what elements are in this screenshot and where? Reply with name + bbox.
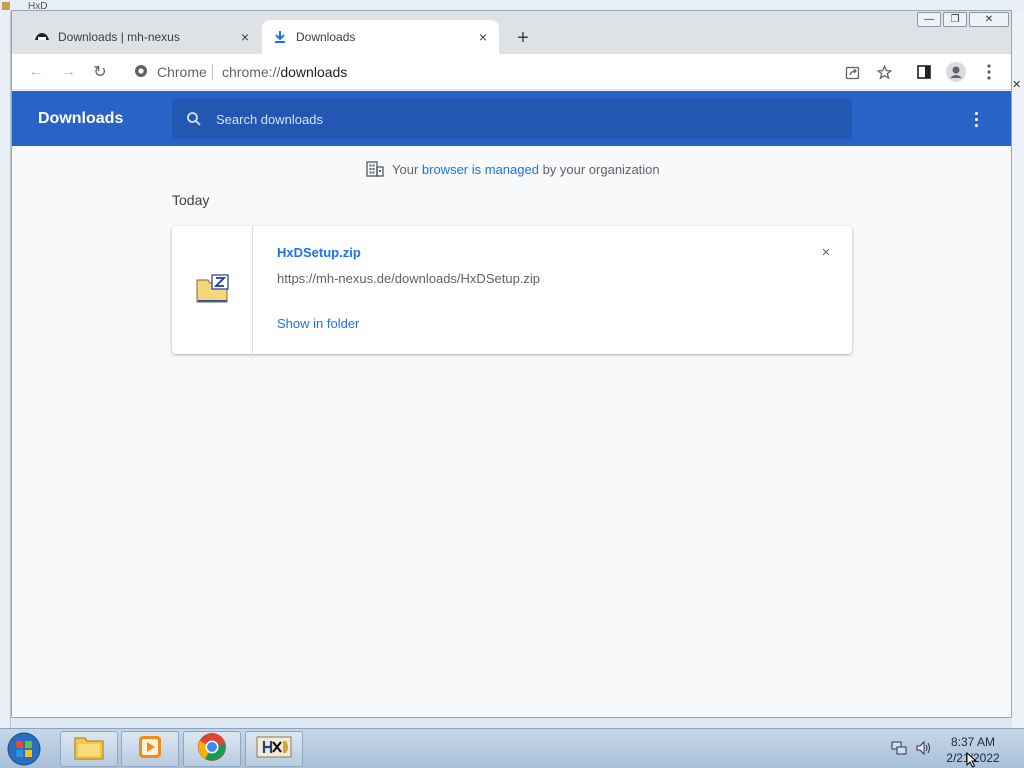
taskbar-chrome-button[interactable] [183,731,241,767]
managed-prefix: Your [392,161,422,177]
hxd-app-icon [2,2,10,10]
back-button[interactable]: ← [24,60,48,84]
managed-suffix: by your organization [538,161,660,177]
start-button[interactable] [4,731,44,767]
tab-close-icon[interactable]: × [235,27,255,47]
download-favicon-icon [272,29,288,45]
downloads-header: Downloads [12,91,1011,146]
restore-button[interactable]: ❐ [943,12,967,27]
folder-icon [74,734,104,765]
chrome-icon [197,732,227,767]
managed-link[interactable]: browser is managed [422,162,539,177]
background-window-edge-right: ✕ [1012,12,1024,728]
taskbar-explorer-button[interactable] [60,731,118,767]
date-section-heading: Today [172,192,210,208]
browser-toolbar: ← → ↻ Chrome chrome://downloads [12,54,1011,90]
close-window-button[interactable]: ✕ [969,12,1009,27]
profile-avatar-icon[interactable] [944,60,968,84]
omnibox-url[interactable]: chrome://downloads [222,64,347,80]
taskbar-hxd-button[interactable] [245,731,303,767]
mouse-cursor-icon [966,751,978,768]
share-icon[interactable] [840,60,864,84]
minimize-button[interactable]: — [917,12,941,27]
search-icon [186,111,202,127]
download-item: HxDSetup.zip https://mh-nexus.de/downloa… [172,226,852,354]
url-path: downloads [280,64,348,80]
url-scheme: chrome:// [222,64,281,80]
file-icon-column [172,226,253,354]
omnibox[interactable]: Chrome chrome://downloads [124,58,914,86]
building-icon [366,161,384,177]
bookmark-star-icon[interactable] [872,60,896,84]
search-input[interactable] [216,109,816,129]
hxd-icon [256,735,292,764]
zip-file-icon [196,274,229,303]
page-title: Downloads [38,110,124,127]
downloads-more-actions-icon[interactable] [964,107,988,131]
search-box[interactable] [172,99,852,139]
chrome-window: Downloads | mh-nexus × Downloads × + — ❐… [11,10,1012,718]
remove-download-icon[interactable]: × [816,242,836,262]
volume-tray-icon[interactable] [914,739,932,757]
tab-downloads-mh-nexus[interactable]: Downloads | mh-nexus × [24,20,261,54]
forward-button[interactable]: → [56,60,80,84]
background-close-icon: ✕ [1012,79,1022,91]
background-window-edge [0,12,11,728]
file-source-url: https://mh-nexus.de/downloads/HxDSetup.z… [277,271,541,286]
omnibox-chip-label: Chrome [157,64,207,80]
chrome-menu-icon[interactable] [977,60,1001,84]
tab-title: Downloads [296,30,356,44]
media-player-icon [137,734,163,765]
omnibox-separator [212,64,213,80]
side-panel-icon[interactable] [912,60,936,84]
window-controls: — ❐ ✕ [915,12,1009,28]
reload-button[interactable]: ↻ [88,60,112,84]
show-in-folder-link[interactable]: Show in folder [277,316,359,331]
clock-time: 8:37 AM [950,735,996,749]
tab-downloads[interactable]: Downloads × [262,20,499,54]
file-name-link[interactable]: HxDSetup.zip [277,245,361,260]
tab-strip: Downloads | mh-nexus × Downloads × + — ❐… [12,11,1011,54]
new-tab-button[interactable]: + [512,27,534,49]
network-tray-icon[interactable] [890,739,908,757]
mh-nexus-favicon-icon [34,29,50,45]
managed-notice: Your browser is managed by your organiza… [366,161,660,177]
chrome-site-icon [134,64,150,80]
tab-close-icon[interactable]: × [473,27,493,47]
taskbar-media-player-button[interactable] [121,731,179,767]
taskbar: 8:37 AM 2/21/2022 [0,728,1024,768]
tab-title: Downloads | mh-nexus [58,30,180,44]
